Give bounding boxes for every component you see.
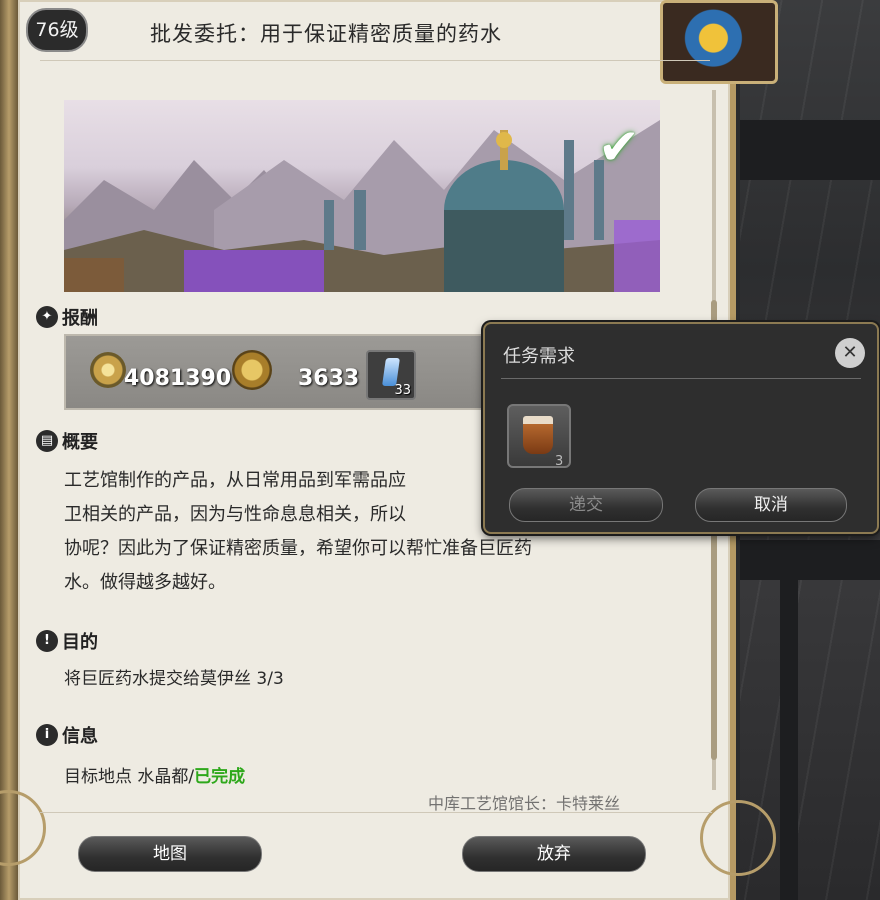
quest-title: 批发委托：用于保证精密质量的药水: [150, 22, 502, 46]
crystal-count: 33: [394, 383, 411, 398]
info-heading-label: 信息: [62, 726, 98, 747]
objective-heading-label: 目的: [62, 632, 98, 653]
summary-heading-label: 概要: [62, 432, 98, 453]
item-count: 3: [555, 454, 564, 469]
info-text: 目标地点 水晶都/已完成: [64, 762, 245, 787]
summary-line: 水。做得越多越好。: [64, 572, 226, 593]
reward-icon: ✦: [36, 306, 58, 328]
close-icon[interactable]: ✕: [835, 338, 865, 368]
info-heading: i 信息: [36, 722, 98, 748]
summary-line: 协呢？因此为了保证精密质量，希望你可以帮忙准备巨匠药: [64, 538, 532, 559]
info-location: 目标地点 水晶都/: [64, 767, 195, 787]
book-icon: ▤: [36, 430, 58, 452]
client-portrait: [660, 0, 778, 84]
seal-icon: [232, 350, 272, 390]
popup-title: 任务需求: [503, 346, 575, 367]
seal-amount: 3633: [298, 366, 360, 391]
gil-amount: 4081390: [124, 366, 232, 391]
abandon-button[interactable]: 放弃: [462, 836, 646, 872]
bottom-divider: [40, 812, 712, 813]
quest-banner-image: [64, 100, 660, 292]
submit-button[interactable]: 递交: [509, 488, 663, 522]
crystal-reward[interactable]: 33: [366, 350, 416, 400]
status-completed: 已完成: [194, 767, 246, 787]
rewards-heading: ✦ 报酬: [36, 304, 98, 330]
panel-frame-left: [0, 0, 18, 900]
quest-giver-text: 中库工艺馆馆长：卡特莱丝: [428, 794, 621, 813]
level-badge: 76级: [26, 8, 88, 52]
requirement-popup: 任务需求 ✕ 3 递交 取消: [483, 322, 879, 534]
potion-icon: [523, 416, 553, 454]
summary-heading: ▤ 概要: [36, 428, 98, 454]
title-divider: [40, 60, 710, 61]
rewards-heading-label: 报酬: [62, 308, 98, 329]
objective-text: 将巨匠药水提交给莫伊丝 3/3: [64, 669, 284, 689]
objective-heading: ! 目的: [36, 628, 98, 654]
map-button[interactable]: 地图: [78, 836, 262, 872]
cancel-button[interactable]: 取消: [695, 488, 847, 522]
info-icon: i: [36, 724, 58, 746]
banner-scenery: [64, 120, 660, 292]
gil-icon: [90, 352, 126, 388]
popup-divider: [501, 378, 861, 379]
exclamation-icon: !: [36, 630, 58, 652]
checkmark-icon: ✔: [598, 118, 640, 176]
crystal-icon: [382, 358, 400, 386]
